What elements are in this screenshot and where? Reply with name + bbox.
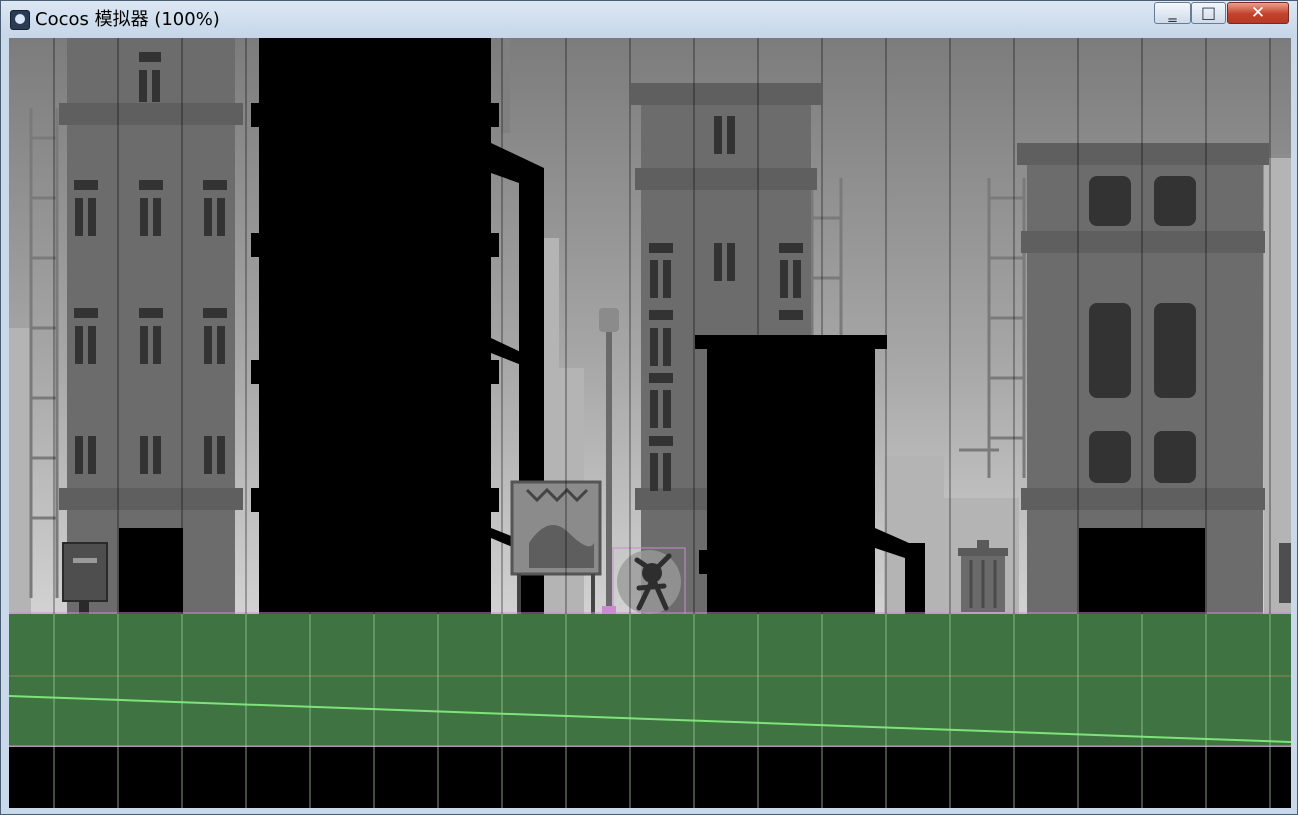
game-scene (9, 38, 1291, 808)
title-bar[interactable]: Cocos 模拟器 (100%) ‗ □ ✕ (1, 1, 1297, 38)
cocos-app-icon (10, 10, 30, 30)
trash-can (958, 540, 1008, 612)
close-icon: ✕ (1250, 3, 1266, 23)
game-viewport[interactable] (9, 38, 1291, 808)
underground (9, 747, 1291, 808)
window-title: Cocos 模拟器 (100%) (35, 9, 220, 30)
simulator-window: Cocos 模拟器 (100%) ‗ □ ✕ (0, 0, 1298, 815)
minimize-icon: ‗ (1168, 3, 1177, 22)
building-right (1017, 143, 1291, 614)
pipe-mast (502, 38, 510, 133)
close-button[interactable]: ✕ (1227, 2, 1289, 24)
maximize-icon: □ (1200, 3, 1217, 22)
maximize-button[interactable]: □ (1191, 2, 1226, 24)
minimize-button[interactable]: ‗ (1154, 2, 1191, 24)
building-left (59, 38, 243, 614)
ground (9, 614, 1291, 746)
